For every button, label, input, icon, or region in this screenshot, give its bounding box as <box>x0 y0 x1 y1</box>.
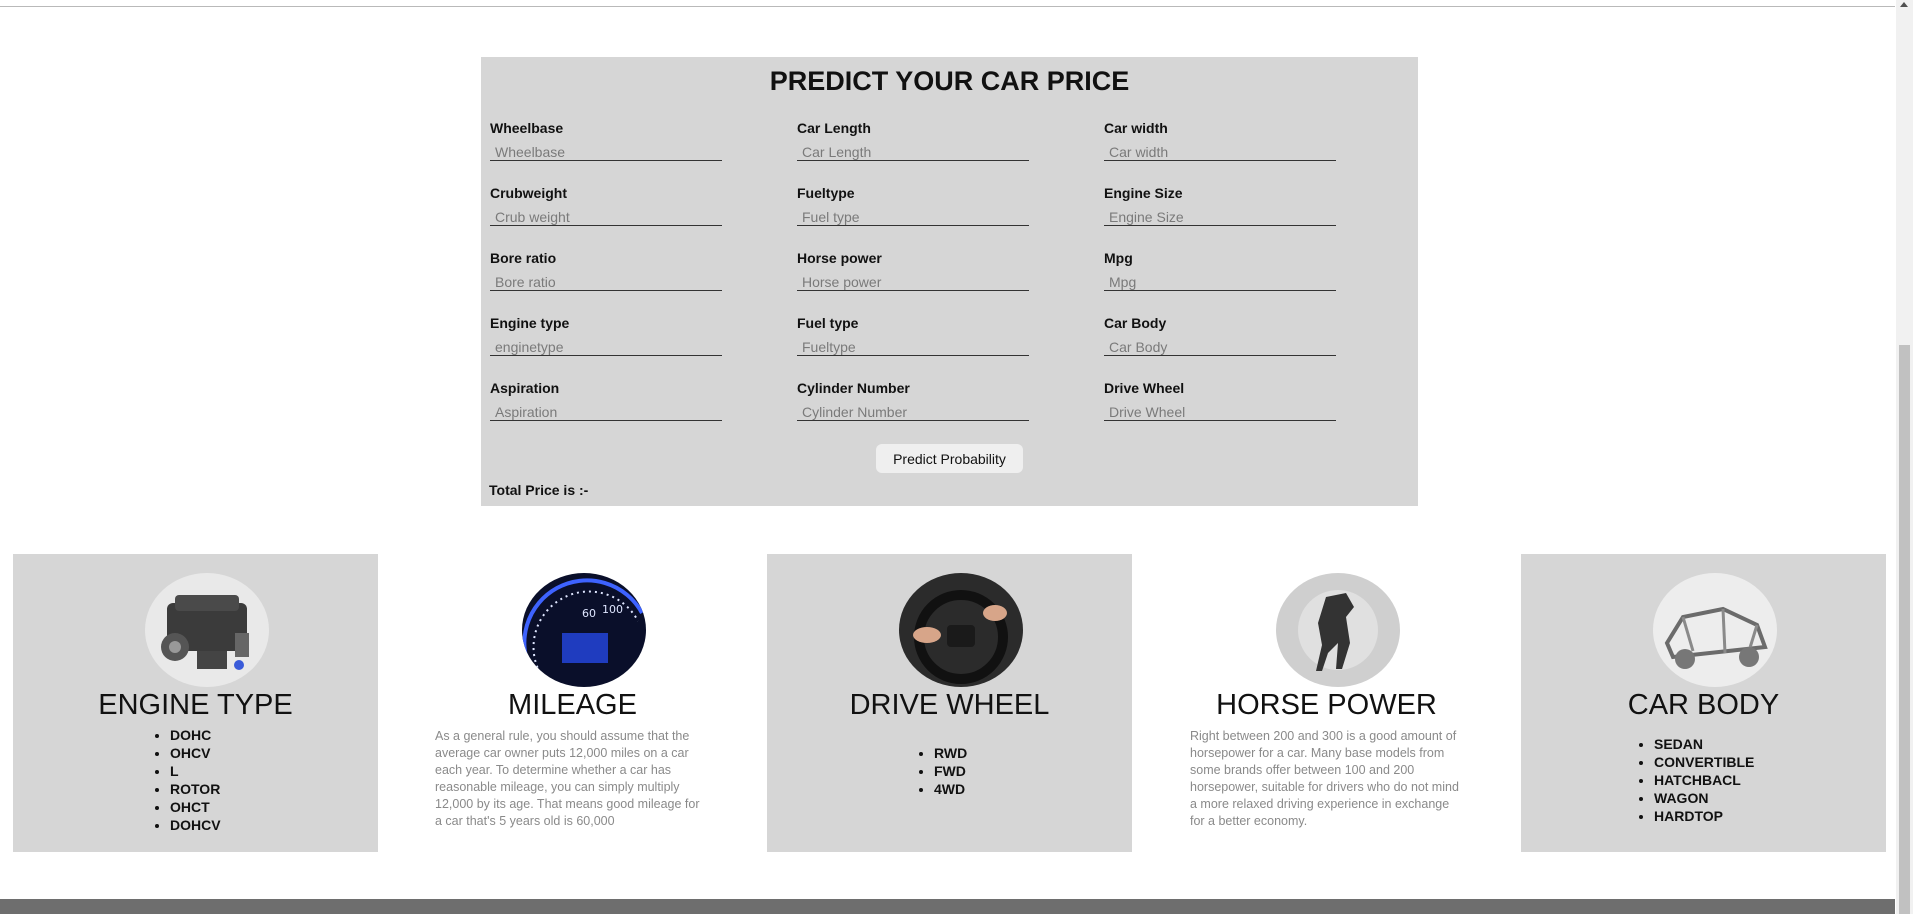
field-label: Car Length <box>797 120 871 136</box>
engine-type-list: DOHC OHCV L ROTOR OHCT DOHCV <box>150 726 221 834</box>
horse-power-description: Right between 200 and 300 is a good amou… <box>1190 729 1459 828</box>
list-item: DOHC <box>170 726 221 744</box>
horse-image <box>1276 573 1400 687</box>
card-title: ENGINE TYPE <box>98 689 293 721</box>
fuel-type-input[interactable] <box>797 338 1029 356</box>
drive-wheel-card: DRIVE WHEEL RWD FWD 4WD <box>767 554 1132 852</box>
fueltype-input[interactable] <box>797 208 1029 226</box>
field-horse-power: Horse power <box>797 249 1031 291</box>
drive-wheel-list: RWD FWD 4WD <box>914 744 967 798</box>
form-title: PREDICT YOUR CAR PRICE <box>769 66 1130 96</box>
car-chassis-image <box>1653 573 1777 687</box>
list-item: OHCV <box>170 744 221 762</box>
list-item: SEDAN <box>1654 735 1754 753</box>
field-mpg: Mpg <box>1104 249 1338 291</box>
card-title: HORSE POWER <box>1216 689 1437 721</box>
car-width-input[interactable] <box>1104 143 1336 161</box>
field-label: Mpg <box>1104 250 1133 266</box>
field-label: Cylinder Number <box>797 380 910 396</box>
field-bore-ratio: Bore ratio <box>490 249 724 291</box>
field-drive-wheel: Drive Wheel <box>1104 379 1338 421</box>
car-body-card: CAR BODY SEDAN CONVERTIBLE HATCHBACL WAG… <box>1521 554 1886 852</box>
list-item: WAGON <box>1654 789 1754 807</box>
field-label: Bore ratio <box>490 250 557 266</box>
card-title: DRIVE WHEEL <box>849 689 1050 721</box>
card-title: CAR BODY <box>1627 689 1780 721</box>
list-item: DOHCV <box>170 816 221 834</box>
field-aspiration: Aspiration <box>490 379 724 421</box>
list-item: L <box>170 762 221 780</box>
predict-button[interactable]: Predict Probability <box>876 444 1023 473</box>
svg-text:60: 60 <box>582 607 596 620</box>
footer-bar <box>0 899 1895 914</box>
field-label: Drive Wheel <box>1104 380 1185 396</box>
aspiration-input[interactable] <box>490 403 722 421</box>
engine-image <box>145 573 269 687</box>
svg-text:100: 100 <box>602 603 623 616</box>
engine-type-card: ENGINE TYPE DOHC OHCV L ROTOR OHCT DOHCV <box>13 554 378 852</box>
field-label: Engine Size <box>1104 185 1183 201</box>
total-price-label: Total Price is :- <box>489 482 589 498</box>
list-item: HATCHBACL <box>1654 771 1754 789</box>
mileage-card: 60 100 MILEAGE As a general rule, you sh… <box>390 554 755 852</box>
prediction-form: PREDICT YOUR CAR PRICE Wheelbase Car Len… <box>481 57 1418 506</box>
field-label: Car Body <box>1104 315 1167 331</box>
list-item: OHCT <box>170 798 221 816</box>
field-car-width: Car width <box>1104 119 1338 161</box>
speedometer-image: 60 100 <box>522 573 646 687</box>
field-car-length: Car Length <box>797 119 1031 161</box>
card-title: MILEAGE <box>508 689 637 721</box>
list-item: FWD <box>934 762 967 780</box>
field-label: Crubweight <box>490 185 567 201</box>
scroll-thumb[interactable] <box>1899 345 1910 914</box>
top-input-bar <box>0 0 1895 7</box>
list-item: 4WD <box>934 780 967 798</box>
field-engine-size: Engine Size <box>1104 184 1338 226</box>
field-wheelbase: Wheelbase <box>490 119 724 161</box>
field-label: Aspiration <box>490 380 560 396</box>
list-item: RWD <box>934 744 967 762</box>
field-label: Wheelbase <box>490 120 564 136</box>
horse-power-card: HORSE POWER Right between 200 and 300 is… <box>1144 554 1509 852</box>
steering-wheel-image <box>899 573 1023 687</box>
scroll-up-arrow-icon[interactable] <box>1900 2 1908 7</box>
field-car-body: Car Body <box>1104 314 1338 356</box>
cylinder-number-input[interactable] <box>797 403 1029 421</box>
field-fueltype: Fueltype <box>797 184 1031 226</box>
drive-wheel-input[interactable] <box>1104 403 1336 421</box>
list-item: CONVERTIBLE <box>1654 753 1754 771</box>
field-cylinder-number: Cylinder Number <box>797 379 1031 421</box>
engine-type-input[interactable] <box>490 338 722 356</box>
car-body-input[interactable] <box>1104 338 1336 356</box>
horse-power-input[interactable] <box>797 273 1029 291</box>
mpg-input[interactable] <box>1104 273 1336 291</box>
list-item: ROTOR <box>170 780 221 798</box>
field-label: Car width <box>1104 120 1168 136</box>
mileage-description: As a general rule, you should assume tha… <box>435 729 700 828</box>
car-body-list: SEDAN CONVERTIBLE HATCHBACL WAGON HARDTO… <box>1634 735 1754 825</box>
bore-ratio-input[interactable] <box>490 273 722 291</box>
engine-size-input[interactable] <box>1104 208 1336 226</box>
list-item: HARDTOP <box>1654 807 1754 825</box>
car-length-input[interactable] <box>797 143 1029 161</box>
field-label: Engine type <box>490 315 570 331</box>
field-fuel-type: Fuel type <box>797 314 1031 356</box>
curb-weight-input[interactable] <box>490 208 722 226</box>
wheelbase-input[interactable] <box>490 143 722 161</box>
field-label: Horse power <box>797 250 882 266</box>
field-label: Fueltype <box>797 185 855 201</box>
vertical-scrollbar[interactable] <box>1896 0 1913 914</box>
field-label: Fuel type <box>797 315 859 331</box>
field-curbweight: Crubweight <box>490 184 724 226</box>
field-engine-type: Engine type <box>490 314 724 356</box>
